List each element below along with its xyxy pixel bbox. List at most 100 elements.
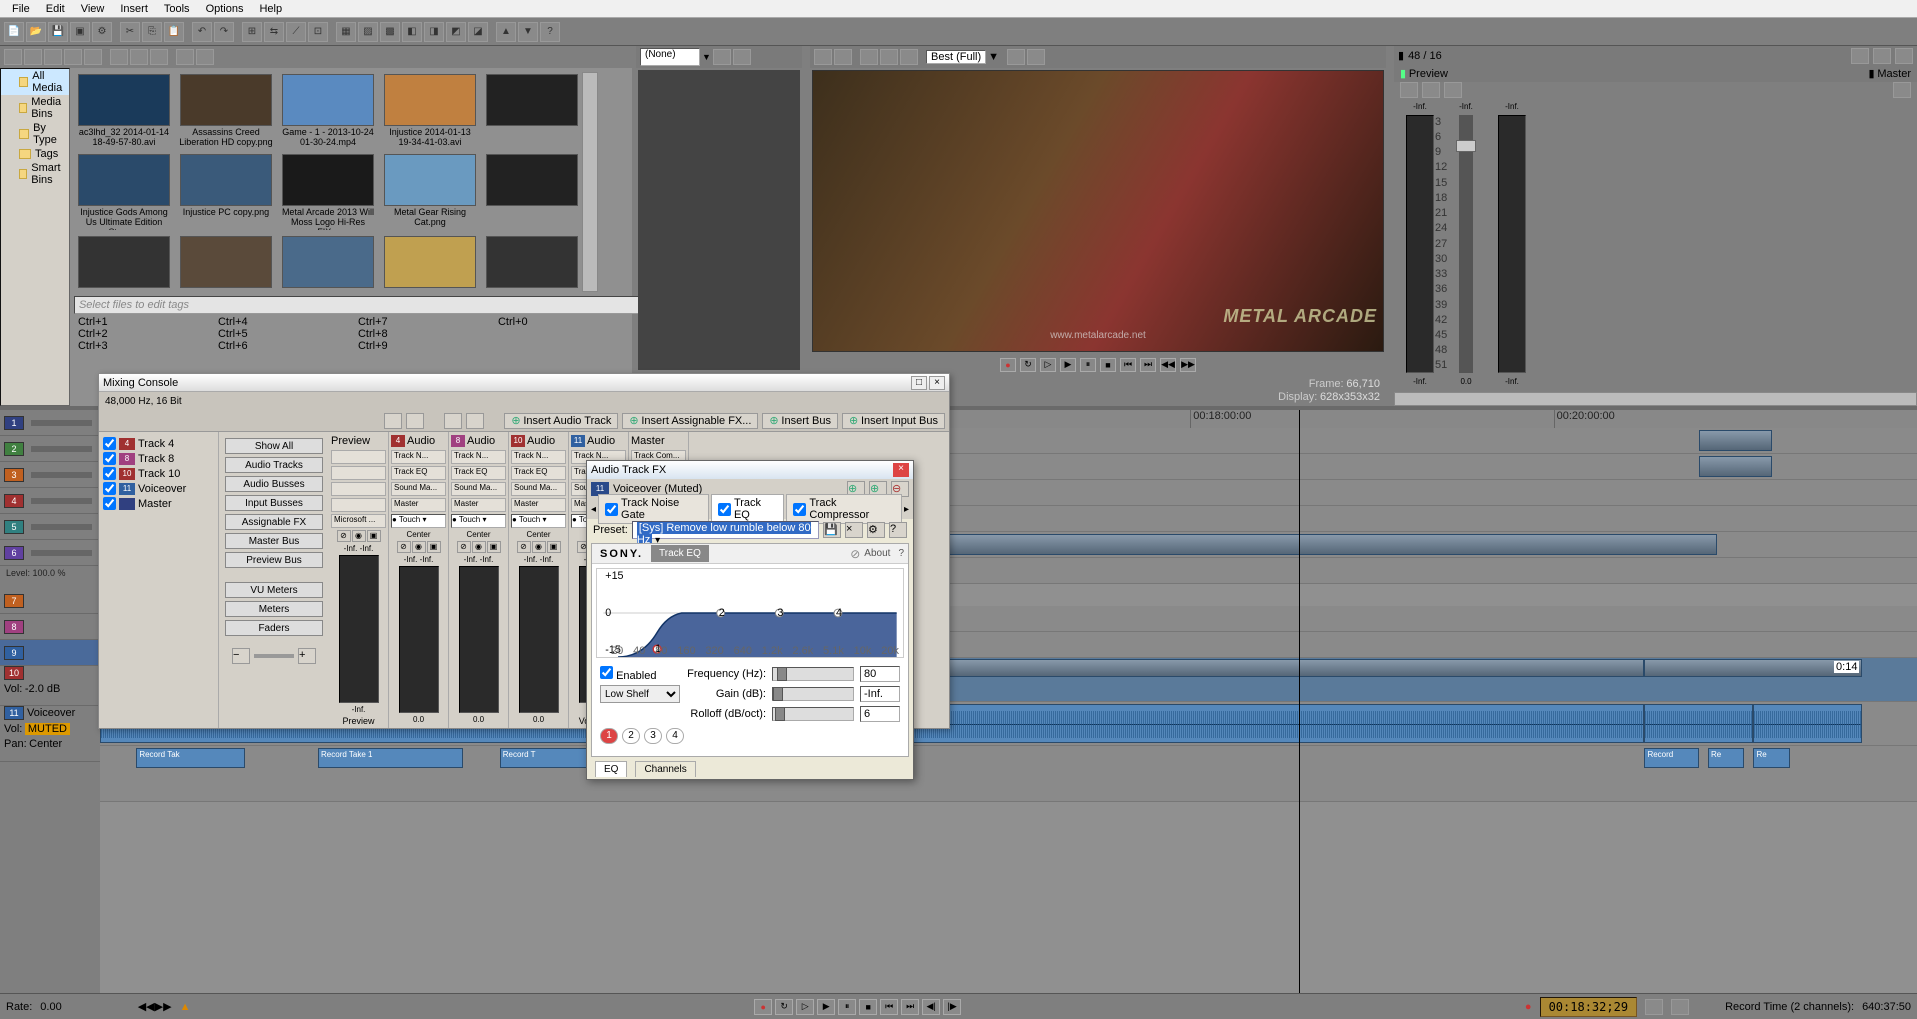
meters-button[interactable]: Meters xyxy=(225,601,323,617)
pv-pause-icon[interactable]: ⏸ xyxy=(1080,358,1096,372)
tp-pause-icon[interactable]: ⏸ xyxy=(838,999,856,1015)
playhead[interactable] xyxy=(1299,410,1300,993)
media-thumbnail[interactable]: Metal Arcade 2013 Will Moss Logo Hi-Res … xyxy=(280,154,376,230)
pv-prev-icon[interactable]: ◀◀ xyxy=(1160,358,1176,372)
pv-goend-icon[interactable]: ⏭ xyxy=(1140,358,1156,372)
fader-knob[interactable] xyxy=(1456,140,1476,152)
filter-type-select[interactable]: Low Shelf xyxy=(600,685,680,703)
strip-button[interactable]: ◉ xyxy=(352,530,366,542)
mix-close-icon[interactable]: × xyxy=(929,376,945,390)
freq-slider[interactable] xyxy=(772,667,854,681)
audio-clip[interactable]: Record Tak xyxy=(136,748,245,768)
master-scrollbar[interactable] xyxy=(1394,392,1917,407)
track-slider[interactable] xyxy=(31,550,92,556)
track-header-4[interactable]: 4 xyxy=(0,488,100,514)
media-thumbnail[interactable] xyxy=(484,236,580,290)
preset-help-icon[interactable]: ? xyxy=(889,522,907,538)
strip-button[interactable]: ◉ xyxy=(532,541,546,553)
fx-close-icon[interactable]: × xyxy=(893,463,909,477)
track-header-9[interactable]: 9 xyxy=(0,640,100,666)
media-thumbnail[interactable] xyxy=(178,236,274,290)
tool8-icon[interactable]: ▲ xyxy=(496,22,516,42)
track-header-5[interactable]: 5 xyxy=(0,514,100,540)
assignable-fx-button[interactable]: Assignable FX xyxy=(225,514,323,530)
band-2-button[interactable]: 2 xyxy=(622,728,640,744)
cut-icon[interactable]: ✂ xyxy=(120,22,140,42)
fx-slot[interactable]: Track N... xyxy=(391,450,446,464)
route-select[interactable]: Master xyxy=(511,498,566,512)
input-busses-button[interactable]: Input Busses xyxy=(225,495,323,511)
preview-grid-icon[interactable] xyxy=(900,49,918,65)
fx-slot[interactable] xyxy=(331,498,386,512)
video-clip[interactable]: 0:14 xyxy=(1644,659,1862,677)
track-header-7[interactable]: 7 xyxy=(0,588,100,614)
media-thumbnail[interactable]: Injustice 2014-01-13 19-34-41-03.avi xyxy=(382,74,478,148)
master-bus-button[interactable]: Master Bus xyxy=(225,533,323,549)
media-thumbnail[interactable] xyxy=(382,236,478,290)
fx-slot[interactable]: Sound Ma... xyxy=(511,482,566,496)
menu-edit[interactable]: Edit xyxy=(38,1,73,17)
checkbox[interactable] xyxy=(103,437,116,450)
mix-zoom-out-icon[interactable]: − xyxy=(232,648,250,664)
audio-tracks-button[interactable]: Audio Tracks xyxy=(225,457,323,473)
automation-mode-select[interactable]: ● Touch ▾ xyxy=(511,514,566,528)
menu-file[interactable]: File xyxy=(4,1,38,17)
tp-playstart-icon[interactable]: ▷ xyxy=(796,999,814,1015)
audio-clip[interactable] xyxy=(1644,704,1753,743)
preview-overlay-icon[interactable] xyxy=(860,49,878,65)
band-1-button[interactable]: 1 xyxy=(600,728,618,744)
audio-clip[interactable]: Record T xyxy=(500,748,591,768)
strip-button[interactable]: ▣ xyxy=(367,530,381,542)
audio-clip[interactable]: Re xyxy=(1753,748,1789,768)
video-clip[interactable] xyxy=(1699,430,1772,451)
media-tree[interactable]: All Media Media Bins By Type Tags Smart … xyxy=(0,68,70,406)
pv-next-icon[interactable]: ▶▶ xyxy=(1180,358,1196,372)
tp-goend-icon[interactable]: ⏭ xyxy=(901,999,919,1015)
media-thumbnail[interactable]: Metal Gear Rising Cat.png xyxy=(382,154,478,230)
open-icon[interactable]: 📂 xyxy=(26,22,46,42)
pm-back-icon[interactable] xyxy=(4,49,22,65)
pm-refresh-icon[interactable] xyxy=(64,49,82,65)
pm-stop-icon[interactable] xyxy=(130,49,148,65)
mix-track-checkbox[interactable]: 11Voiceover xyxy=(103,481,214,496)
checkbox[interactable] xyxy=(103,482,116,495)
menu-help[interactable]: Help xyxy=(251,1,290,17)
route-select[interactable]: Master xyxy=(451,498,506,512)
insert-bus-button[interactable]: ⊕ Insert Bus xyxy=(762,413,838,429)
preview-quality-select[interactable]: Best (Full) xyxy=(926,50,986,64)
preset-select[interactable]: [Sys] Remove low rumble below 80 Hz ▾ xyxy=(632,521,819,539)
fx-slot[interactable]: Track EQ xyxy=(451,466,506,480)
insert-audio-track-button[interactable]: ⊕ Insert Audio Track xyxy=(504,413,618,429)
strip-button[interactable]: ⊘ xyxy=(457,541,471,553)
tree-all-media[interactable]: All Media xyxy=(1,69,69,95)
preview-snap-icon[interactable] xyxy=(1007,49,1025,65)
pm-view-icon[interactable] xyxy=(176,49,194,65)
track-header-3[interactable]: 3 xyxy=(0,462,100,488)
mix-track-checkbox[interactable]: 8Track 8 xyxy=(103,451,214,466)
tool7-icon[interactable]: ◪ xyxy=(468,22,488,42)
media-thumbnail[interactable]: Game - 1 - 2013-10-24 01-30-24.mp4 xyxy=(280,74,376,148)
media-thumbnail[interactable]: Injustice Gods Among Us Ultimate Edition… xyxy=(76,154,172,230)
pv-play-icon[interactable]: ▶ xyxy=(1060,358,1076,372)
fx-slot[interactable] xyxy=(331,466,386,480)
tp-gostart-icon[interactable]: ⏮ xyxy=(880,999,898,1015)
tp-play-icon[interactable]: ▶ xyxy=(817,999,835,1015)
track-header-11[interactable]: 11Voiceover Vol: MUTED Pan: Center xyxy=(0,706,100,762)
tp-nextframe-icon[interactable]: |▶ xyxy=(943,999,961,1015)
fx-slot[interactable]: Sound Ma... xyxy=(451,482,506,496)
automation-mode-select[interactable]: ● Touch ▾ xyxy=(391,514,446,528)
tool4-icon[interactable]: ◧ xyxy=(402,22,422,42)
preview-ext-icon[interactable] xyxy=(814,49,832,65)
track-header-10[interactable]: 10 Vol: -2.0 dB xyxy=(0,666,100,706)
preview-safe-icon[interactable] xyxy=(880,49,898,65)
mix-zoom-in-icon[interactable]: + xyxy=(298,648,316,664)
help-link[interactable]: ? xyxy=(894,548,908,559)
rolloff-slider[interactable] xyxy=(772,707,854,721)
mix-maximize-icon[interactable]: □ xyxy=(911,376,927,390)
track-header-8[interactable]: 8 xyxy=(0,614,100,640)
fx-slot[interactable]: Sound Ma... xyxy=(391,482,446,496)
strip-button[interactable]: ▣ xyxy=(487,541,501,553)
tool3-icon[interactable]: ▩ xyxy=(380,22,400,42)
mix-track-checkbox[interactable]: 4Track 4 xyxy=(103,436,214,451)
strip-button[interactable]: ⊘ xyxy=(397,541,411,553)
